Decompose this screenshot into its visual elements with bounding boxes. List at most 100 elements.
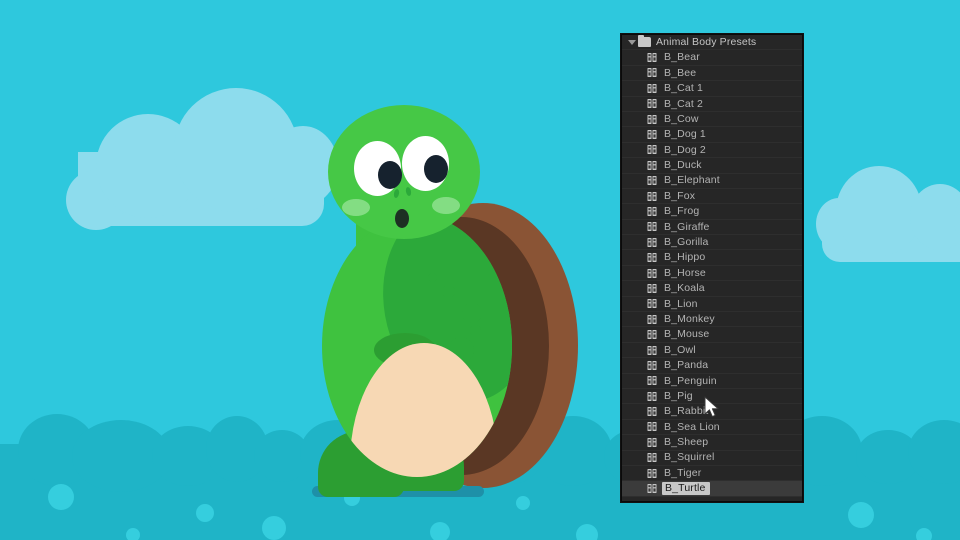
preset-item-label: B_Pig: [664, 389, 693, 402]
ground-bubble: [916, 528, 932, 540]
turtle-nostril-right: [405, 186, 412, 197]
preset-item-label: B_Bear: [664, 51, 700, 64]
composition-icon: [647, 360, 658, 371]
composition-icon: [647, 468, 658, 479]
composition-icon: [647, 298, 658, 309]
preset-item-label: B_Mouse: [664, 328, 710, 341]
composition-icon: [647, 175, 658, 186]
preset-list-item[interactable]: B_Koala: [622, 281, 802, 297]
preset-list-item[interactable]: B_Giraffe: [622, 220, 802, 236]
preset-list-item[interactable]: B_Turtle: [622, 481, 802, 497]
preset-item-label: B_Cow: [664, 112, 699, 125]
preset-list-item[interactable]: B_Owl: [622, 343, 802, 359]
composition-icon: [647, 314, 658, 325]
preset-list-item[interactable]: B_Dog 1: [622, 127, 802, 143]
cloud-right: [816, 166, 960, 262]
composition-icon: [647, 129, 658, 140]
preset-list-item[interactable]: B_Fox: [622, 189, 802, 205]
turtle-mouth: [395, 209, 409, 228]
composition-icon: [647, 114, 658, 125]
screenshot-canvas: Animal Body Presets B_Bear B_Bee B_Cat 1 B_…: [0, 0, 960, 540]
preset-item-label: B_Horse: [664, 266, 706, 279]
preset-list-item[interactable]: B_Hippo: [622, 250, 802, 266]
cloud-lobe: [836, 166, 922, 256]
preset-list-item[interactable]: B_Mouse: [622, 327, 802, 343]
preset-list-item[interactable]: B_Cat 1: [622, 81, 802, 97]
preset-item-label: B_Giraffe: [664, 220, 710, 233]
turtle-cheek-right: [432, 197, 460, 214]
preset-list-item[interactable]: B_Bear: [622, 50, 802, 66]
preset-list-item[interactable]: B_Duck: [622, 158, 802, 174]
preset-item-label: B_Lion: [664, 297, 698, 310]
composition-icon: [647, 329, 658, 340]
preset-list-item[interactable]: B_Pig: [622, 389, 802, 405]
preset-folder-header[interactable]: Animal Body Presets: [622, 35, 802, 51]
ground-bubble: [848, 502, 874, 528]
preset-item-label: B_Dog 1: [664, 128, 706, 141]
composition-icon: [647, 452, 658, 463]
preset-item-label: B_Tiger: [664, 466, 702, 479]
preset-list[interactable]: Animal Body Presets B_Bear B_Bee B_Cat 1 B_…: [622, 35, 802, 497]
preset-item-label: B_Rabbit: [664, 405, 709, 418]
preset-item-label: B_Elephant: [664, 174, 720, 187]
preset-item-label: B_Sea Lion: [664, 420, 720, 433]
composition-icon: [647, 160, 658, 171]
animal-body-presets-panel[interactable]: Animal Body Presets B_Bear B_Bee B_Cat 1 B_…: [621, 34, 803, 502]
ground-bubble: [576, 524, 598, 540]
turtle-body-spot: [462, 303, 482, 323]
preset-item-label: B_Turtle: [662, 481, 710, 496]
composition-icon: [647, 67, 658, 78]
preset-item-label: B_Dog 2: [664, 143, 706, 156]
cloud-lobe: [910, 184, 960, 250]
preset-item-label: B_Fox: [664, 189, 696, 202]
preset-item-label: B_Sheep: [664, 436, 709, 449]
composition-icon: [647, 406, 658, 417]
preset-item-label: B_Hippo: [664, 251, 706, 264]
ground-bubble: [48, 484, 74, 510]
preset-item-label: B_Cat 2: [664, 97, 703, 110]
preset-list-item[interactable]: B_Monkey: [622, 312, 802, 328]
preset-list-item[interactable]: B_Panda: [622, 358, 802, 374]
preset-list-item[interactable]: B_Tiger: [622, 466, 802, 482]
turtle-body-spot: [470, 325, 481, 336]
preset-list-item[interactable]: B_Horse: [622, 266, 802, 282]
preset-list-item[interactable]: B_Squirrel: [622, 451, 802, 466]
preset-item-label: B_Cat 1: [664, 82, 703, 95]
turtle-head: [328, 105, 480, 239]
ground-bubble: [126, 528, 140, 540]
preset-item-label: B_Frog: [664, 205, 700, 218]
composition-icon: [647, 483, 658, 494]
ground-bubble: [430, 522, 450, 540]
preset-item-label: B_Squirrel: [664, 451, 715, 464]
ground-bubble: [262, 516, 286, 540]
composition-icon: [647, 421, 658, 432]
preset-list-item[interactable]: B_Dog 2: [622, 143, 802, 159]
preset-list-item[interactable]: B_Sea Lion: [622, 420, 802, 436]
turtle-pupil-right: [424, 155, 448, 183]
preset-list-item[interactable]: B_Sheep: [622, 435, 802, 451]
composition-icon: [647, 221, 658, 232]
folder-icon: [638, 35, 651, 48]
composition-icon: [647, 283, 658, 294]
composition-icon: [647, 375, 658, 386]
preset-list-item[interactable]: B_Frog: [622, 204, 802, 220]
preset-list-item[interactable]: B_Cow: [622, 112, 802, 128]
preset-item-label: B_Bee: [664, 66, 697, 79]
preset-item-label: B_Monkey: [664, 312, 715, 325]
composition-icon: [647, 252, 658, 263]
preset-item-label: B_Duck: [664, 159, 702, 172]
preset-list-item[interactable]: B_Rabbit: [622, 404, 802, 420]
preset-list-item[interactable]: B_Bee: [622, 66, 802, 82]
turtle-nostril-left: [393, 188, 400, 199]
turtle-body-spot: [442, 285, 455, 298]
composition-icon: [647, 83, 658, 94]
preset-list-item[interactable]: B_Cat 2: [622, 97, 802, 112]
preset-list-item[interactable]: B_Penguin: [622, 374, 802, 389]
turtle-cheek-left: [342, 199, 370, 216]
chevron-down-icon[interactable]: [627, 37, 638, 48]
preset-list-item[interactable]: B_Gorilla: [622, 235, 802, 251]
preset-list-item[interactable]: B_Elephant: [622, 174, 802, 189]
composition-icon: [647, 206, 658, 217]
composition-icon: [647, 345, 658, 356]
preset-list-item[interactable]: B_Lion: [622, 297, 802, 313]
